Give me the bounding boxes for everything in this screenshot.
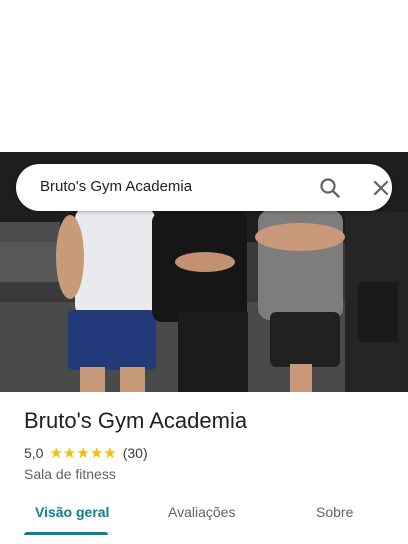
search-input[interactable]: Bruto's Gym Academia xyxy=(40,178,192,195)
star-icon: ★ xyxy=(103,444,117,462)
close-icon[interactable] xyxy=(369,176,393,200)
tab-reviews[interactable]: Avaliações xyxy=(168,504,235,520)
review-count[interactable]: (30) xyxy=(123,445,148,461)
star-icon: ★ xyxy=(89,444,104,462)
place-title: Bruto's Gym Academia xyxy=(24,408,248,433)
tab-bar: Visão geral Avaliações Sobre xyxy=(0,498,408,538)
search-bar[interactable]: Bruto's Gym Academia xyxy=(16,164,392,211)
tab-about[interactable]: Sobre xyxy=(316,504,353,520)
tab-overview[interactable]: Visão geral xyxy=(35,504,109,520)
star-icon: ★ xyxy=(76,444,90,462)
search-icon[interactable] xyxy=(318,176,342,200)
place-category: Sala de fitness xyxy=(24,466,116,482)
rating-row[interactable]: 5,0 ★ ★ ★ ★ ★ (30) xyxy=(24,444,148,462)
star-icon: ★ xyxy=(62,444,77,462)
rating-value: 5,0 xyxy=(24,445,44,461)
active-tab-indicator xyxy=(24,532,108,535)
star-rating: ★ ★ ★ ★ ★ xyxy=(49,446,116,461)
star-icon: ★ xyxy=(49,444,63,462)
